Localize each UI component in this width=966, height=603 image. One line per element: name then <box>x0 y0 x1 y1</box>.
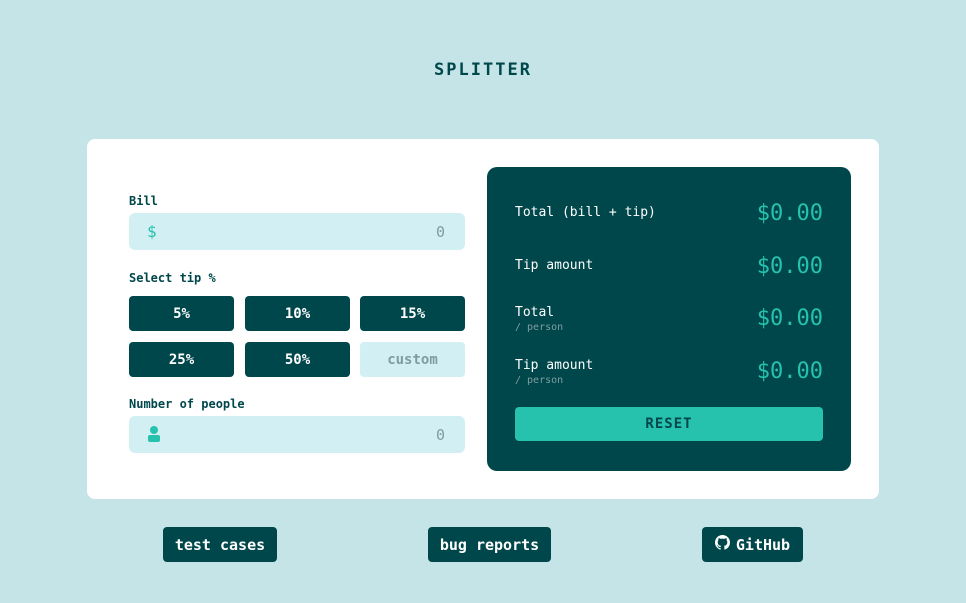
result-row-tip-amount: Tip amount $0.00 <box>515 254 823 298</box>
result-row-total-bill-tip: Total (bill + tip) $0.00 <box>515 201 823 245</box>
tip-button-25[interactable]: 25% <box>129 342 234 377</box>
test-cases-link[interactable]: test cases <box>163 527 277 562</box>
result-value: $0.00 <box>756 254 823 279</box>
result-label: Tip amount <box>515 358 594 373</box>
github-link[interactable]: GitHub <box>702 527 803 562</box>
github-icon <box>714 535 730 554</box>
link-label: GitHub <box>735 535 791 554</box>
bill-value: 0 <box>435 223 445 241</box>
dollar-icon: $ <box>147 222 157 241</box>
link-label: bug reports <box>439 535 540 554</box>
tip-label: Select tip % <box>129 271 216 285</box>
custom-tip-input[interactable]: custom <box>360 342 465 377</box>
bug-reports-link[interactable]: bug reports <box>428 527 551 562</box>
result-value: $0.00 <box>756 306 823 331</box>
result-sublabel: / person <box>515 375 564 386</box>
calculator-card: Bill $ 0 Select tip % 5% 10% 15% 25% 50%… <box>87 139 879 499</box>
result-label: Total <box>515 305 555 320</box>
app-title: SPLITTER <box>434 60 532 80</box>
result-row-total-per-person: Total / person $0.00 <box>515 305 823 345</box>
people-value: 0 <box>435 426 445 444</box>
bill-label: Bill <box>129 194 158 208</box>
tip-button-10[interactable]: 10% <box>245 296 350 331</box>
result-value: $0.00 <box>756 359 823 384</box>
results-panel: Total (bill + tip) $0.00 Tip amount $0.0… <box>487 167 851 471</box>
result-sublabel: / person <box>515 322 564 333</box>
tip-button-15[interactable]: 15% <box>360 296 465 331</box>
tip-button-50[interactable]: 50% <box>245 342 350 377</box>
link-label: test cases <box>174 535 266 554</box>
result-value: $0.00 <box>756 201 823 226</box>
tip-button-5[interactable]: 5% <box>129 296 234 331</box>
people-input[interactable]: 0 <box>129 416 465 453</box>
result-row-tip-per-person: Tip amount / person $0.00 <box>515 358 823 398</box>
result-label: Total (bill + tip) <box>515 205 656 220</box>
person-icon <box>147 425 161 447</box>
reset-button[interactable]: RESET <box>515 407 823 441</box>
people-label: Number of people <box>129 397 245 411</box>
result-label: Tip amount <box>515 258 594 273</box>
bill-input[interactable]: $ 0 <box>129 213 465 250</box>
